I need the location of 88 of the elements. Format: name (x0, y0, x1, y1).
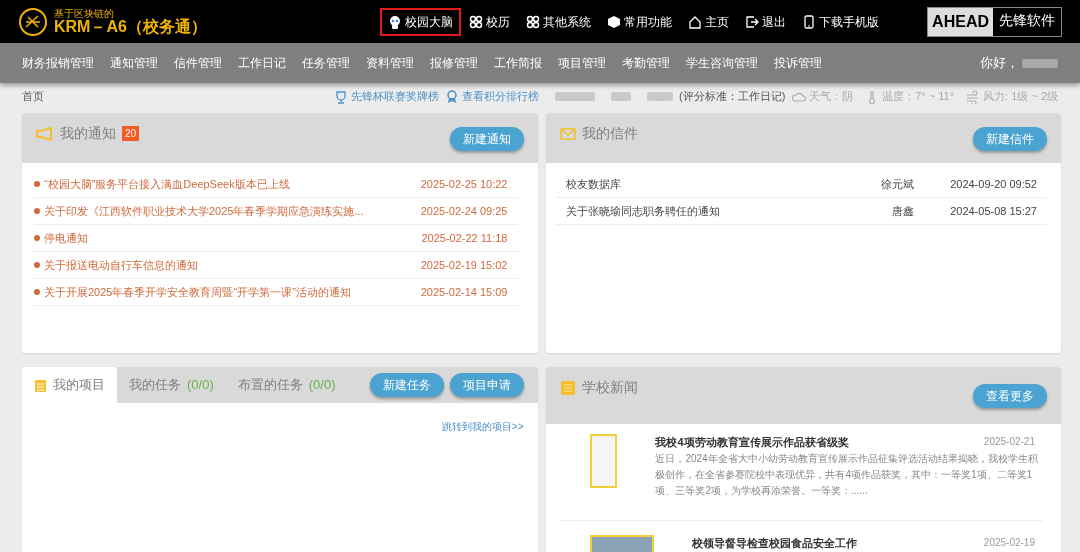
view-more-button[interactable]: 查看更多 (973, 384, 1047, 408)
redacted-block (1022, 58, 1058, 68)
rating-note: (评分标准：工作日记) (679, 89, 786, 105)
notice-date: 2025-02-25 10:22 (420, 176, 508, 192)
home-icon (688, 14, 703, 29)
trophy-icon (334, 89, 348, 104)
exit-icon (745, 14, 760, 29)
header-link[interactable]: 常用功能 (599, 7, 681, 36)
breadcrumb-home[interactable]: 首页 (22, 88, 44, 105)
news-date: 2025-02-21 (983, 435, 1035, 449)
greeting: 你好， (980, 54, 1019, 73)
redacted-block (611, 92, 631, 101)
letter-sender: 徐元斌 (881, 176, 915, 192)
nav-item[interactable]: 任务管理 (302, 54, 350, 72)
bullet-icon (34, 262, 40, 268)
app-title: KRM－A6（校务通） (54, 19, 207, 35)
header-link[interactable]: 校历 (461, 7, 519, 36)
panel-title: 我的通知 (60, 124, 116, 143)
panel-title: 学校新闻 (581, 378, 638, 397)
notice-link[interactable]: 关于开展2025年春季开学安全教育周暨“开学第一课”活动的通知 (44, 283, 351, 301)
nav-item[interactable]: 通知管理 (110, 54, 158, 72)
header-link[interactable]: 下载手机版 (794, 7, 888, 36)
news-title[interactable]: 校领导督导检查校园食品安全工作 (691, 535, 857, 552)
nav-item[interactable]: 项目管理 (558, 54, 606, 72)
nav-item[interactable]: 考勤管理 (622, 54, 670, 72)
grid-icon (469, 14, 484, 29)
weather-info: 天气：阴 (809, 89, 854, 105)
nav-item[interactable]: 报修管理 (430, 54, 478, 72)
nav-item[interactable]: 工作简报 (494, 54, 542, 72)
cube-icon (607, 14, 622, 29)
project-link[interactable]: 跳转到我的项目>> (441, 419, 524, 434)
tab[interactable]: 我的任务 (0/0) (117, 367, 226, 403)
nav-item[interactable]: 工作日记 (238, 54, 286, 72)
header-link[interactable]: 校园大脑 (380, 7, 462, 36)
wind-icon (966, 89, 981, 104)
grid-icon (526, 14, 541, 29)
ranking-link[interactable]: 查看积分排行榜 (445, 88, 539, 105)
bullet-icon (34, 208, 40, 214)
logo-tagline: 基于区块链的 (54, 8, 115, 19)
letter-subject[interactable]: 校友数据库 (565, 175, 621, 193)
new-letter-button[interactable]: 新建信件 (973, 127, 1047, 151)
letter-date: 2024-09-20 09:52 (950, 176, 1037, 192)
nav-item[interactable]: 财务报销管理 (22, 54, 94, 72)
notice-date: 2025-02-19 15:02 (420, 257, 508, 273)
newspaper-icon (559, 379, 576, 396)
weather-info: 风力: 1级 ~ 2级 (983, 89, 1058, 105)
letter-sender: 唐鑫 (892, 203, 915, 219)
notice-link[interactable]: 停电通知 (44, 229, 88, 247)
medal-icon (445, 89, 459, 104)
clipboard-icon (34, 377, 47, 393)
header-link[interactable]: 其他系统 (518, 7, 600, 36)
notice-date: 2025-02-22 11:18 (421, 230, 508, 246)
project-button[interactable]: 新建任务 (369, 373, 444, 397)
news-excerpt: 近日，2024年全省大中小幼劳动教育宣传展示作品征集评选活动结果揭晓，我校学生积极创作，在全省参赛院校中表现优异，共有4项作品获奖，其中：一等奖1项、二等奖1项、三等奖2项，为学校再添荣誉。一等奖：...... (655, 451, 1039, 498)
redacted-block (647, 92, 673, 101)
document-thumbnail (589, 434, 618, 488)
bullet-icon (34, 181, 40, 187)
brand-name: 先锋软件 (998, 10, 1056, 30)
count-badge: 20 (122, 126, 140, 141)
nav-item[interactable]: 资料管理 (366, 54, 414, 72)
notice-link[interactable]: “校园大脑”服务平台接入满血DeepSeek版本已上线 (44, 175, 290, 193)
tab[interactable]: 布置的任务 (0/0) (225, 367, 348, 403)
news-title[interactable]: 我校4项劳动教育宣传展示作品获省级奖 (655, 434, 849, 451)
letter-date: 2024-05-08 15:27 (950, 203, 1037, 219)
bullet-icon (34, 289, 40, 295)
notice-date: 2025-02-14 15:09 (420, 284, 508, 300)
notice-date: 2025-02-24 09:25 (420, 203, 508, 219)
brand-wordmark: AHEAD (928, 7, 993, 36)
phone-icon (802, 14, 817, 29)
logo-icon (18, 6, 48, 37)
nav-item[interactable]: 信件管理 (174, 54, 222, 72)
tab[interactable]: 我的项目 (22, 367, 117, 403)
notice-link[interactable]: 关于报送电动自行车信息的通知 (44, 256, 198, 274)
notice-link[interactable]: 关于印发《江西软件职业技术大学2025年春季学期应急演练实施... (44, 202, 364, 220)
redacted-block (555, 92, 595, 101)
envelope-icon (559, 127, 576, 140)
nav-item[interactable]: 学生咨询管理 (686, 54, 758, 72)
nav-item[interactable]: 投诉管理 (774, 54, 822, 72)
panel-title: 我的信件 (581, 124, 638, 143)
project-button[interactable]: 项目申请 (449, 373, 524, 397)
ranking-link[interactable]: 先锋杯联赛奖牌榜 (334, 88, 439, 105)
megaphone-icon (36, 126, 54, 141)
header-link[interactable]: 主页 (680, 7, 738, 36)
letter-subject[interactable]: 关于张晓瑜同志职务聘任的通知 (565, 202, 720, 220)
bullet-icon (34, 235, 40, 241)
new-notice-button[interactable]: 新建通知 (449, 127, 524, 151)
header-link[interactable]: 退出 (737, 7, 795, 36)
news-date: 2025-02-19 (983, 536, 1035, 550)
